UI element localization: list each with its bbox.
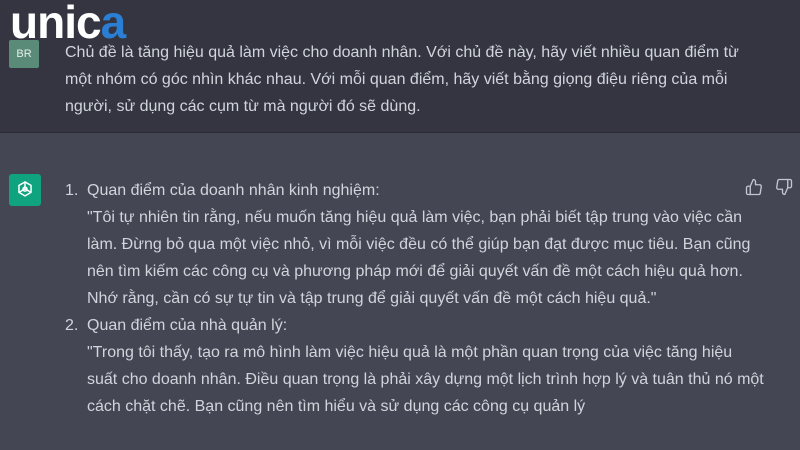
list-item-quote: "Trong tôi thấy, tạo ra mô hình làm việc… xyxy=(87,344,764,415)
user-avatar: BR xyxy=(9,40,39,68)
list-item-number: 2. xyxy=(65,317,79,334)
list-item-number: 1. xyxy=(65,182,79,199)
user-message-text: Chủ đề là tăng hiệu quả làm việc cho doa… xyxy=(65,44,739,115)
list-item-title: Quan điểm của nhà quản lý: xyxy=(87,317,288,334)
openai-logo-icon xyxy=(18,181,32,197)
assistant-message-text: 1. Quan điểm của doanh nhân kinh nghiệm:… xyxy=(65,177,765,420)
list-item-quote: "Tôi tự nhiên tin rằng, nếu muốn tăng hi… xyxy=(87,209,751,307)
list-item: 1. Quan điểm của doanh nhân kinh nghiệm:… xyxy=(65,177,765,312)
unica-logo: unica xyxy=(10,0,126,45)
list-item: 2. Quan điểm của nhà quản lý: "Trong tôi… xyxy=(65,312,765,420)
message-divider xyxy=(0,132,800,151)
assistant-avatar xyxy=(9,174,41,206)
list-item-title: Quan điểm của doanh nhân kinh nghiệm: xyxy=(87,182,380,199)
thumbs-down-icon[interactable] xyxy=(775,178,793,196)
